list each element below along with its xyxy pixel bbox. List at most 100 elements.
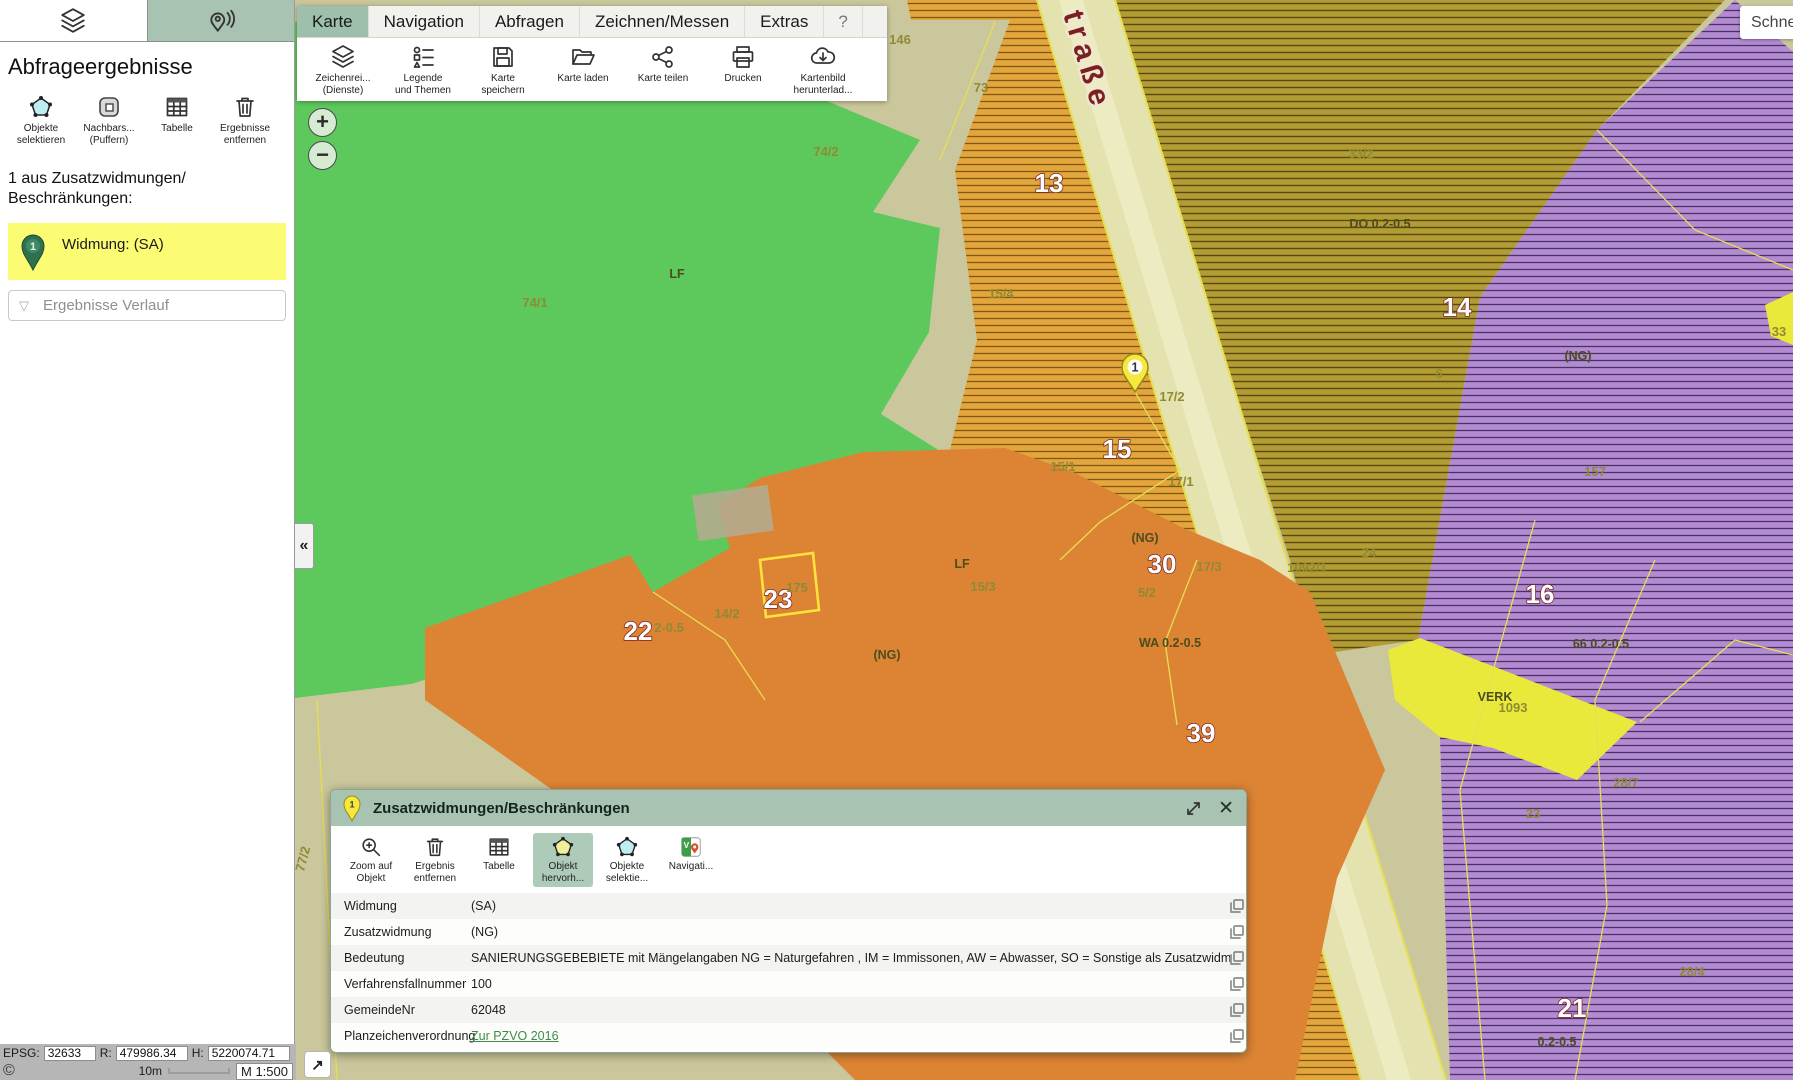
map-label: 21 (1558, 993, 1587, 1023)
highlight-object-button[interactable]: Objekthervorh... (533, 833, 593, 887)
buffer-neighbors-button[interactable]: Nachbars...(Puffern) (78, 94, 140, 147)
attribute-value: 62048 (471, 1003, 1230, 1017)
map-pins-icon (207, 7, 235, 35)
attribute-key: GemeindeNr (331, 1003, 471, 1017)
table-row: GemeindeNr 62048 (331, 997, 1246, 1023)
map-label: 175 (786, 580, 808, 595)
tool-label: Nachbars...(Puffern) (83, 123, 134, 147)
popup-expand-button[interactable] (1185, 800, 1202, 817)
results-history-toggle[interactable]: ▽ Ergebnisse Verlauf (8, 290, 286, 321)
map-label: 28/7 (1613, 775, 1638, 790)
map-label: WA 0.2-0.5 (1139, 636, 1201, 650)
tab-layers[interactable] (0, 0, 147, 41)
svg-text:1: 1 (1132, 361, 1139, 375)
menu-item-extras[interactable]: Extras (745, 6, 824, 37)
tool-label: Objekteselektie... (606, 861, 648, 885)
result-pin-icon: 1 (18, 232, 48, 272)
sidebar-collapse-handle[interactable]: « (295, 523, 314, 569)
map-label: 157 (1584, 464, 1606, 479)
result-item-label: Widmung: (SA) (62, 236, 164, 253)
map-label: 1092/1 (1287, 560, 1327, 575)
map-label: 17/1 (1168, 474, 1193, 489)
popup-close-button[interactable]: ✕ (1218, 797, 1234, 820)
attribute-value: SANIERUNGSGEBEBIETE mit Mängelangaben NG… (471, 951, 1230, 965)
layers-icon (59, 7, 87, 35)
r-coordinate-input[interactable] (116, 1046, 188, 1061)
save-map-button[interactable]: Kartespeichern (465, 44, 541, 97)
map-label: 74/1 (522, 295, 547, 310)
table-row: Zusatzwidmung (NG) (331, 919, 1246, 945)
map-label: 14/2 (714, 606, 739, 621)
attribute-value: (NG) (471, 925, 1230, 939)
table-button[interactable]: Tabelle (146, 94, 208, 147)
pzvo-link[interactable]: Zur PZVO 2016 (471, 1029, 1230, 1043)
map-label: 16 (1526, 579, 1555, 609)
legend-themes-button[interactable]: Legendeund Themen (385, 44, 461, 97)
map-label: 2-0.5 (654, 620, 684, 635)
zoom-out-button[interactable]: − (308, 141, 337, 170)
tool-label: Drucken (724, 73, 761, 85)
share-map-button[interactable]: Karte teilen (625, 44, 701, 97)
zoom-in-button[interactable]: + (308, 108, 337, 137)
tool-label: Ergebnisseentfernen (220, 123, 270, 147)
popup-header[interactable]: 1 Zusatzwidmungen/Beschränkungen ✕ (331, 790, 1246, 826)
load-map-button[interactable]: Karte laden (545, 44, 621, 97)
tool-label: Karte teilen (638, 73, 689, 85)
download-map-image-button[interactable]: Kartenbildherunterlad... (785, 44, 861, 97)
tab-results[interactable] (147, 0, 295, 41)
copy-icon[interactable] (1230, 1029, 1244, 1043)
remove-results-button[interactable]: Ergebnisseentfernen (214, 94, 276, 147)
menu-item-abfragen[interactable]: Abfragen (480, 6, 580, 37)
map-label: 73 (974, 80, 988, 95)
map-label: LF (954, 557, 970, 571)
trash-icon (232, 94, 258, 120)
epsg-input[interactable] (44, 1046, 96, 1061)
copy-icon[interactable] (1230, 951, 1244, 965)
table-row: Widmung (SA) (331, 893, 1246, 919)
copy-icon[interactable] (1230, 925, 1244, 939)
map-label: 17/3 (1196, 559, 1221, 574)
menu-item-help[interactable]: ? (824, 6, 862, 37)
result-list-item[interactable]: 1 Widmung: (SA) (8, 223, 286, 280)
select-objects-button[interactable]: Objekteselektie... (597, 833, 657, 887)
h-coordinate-input[interactable] (208, 1046, 290, 1061)
tool-label: Kartenbildherunterlad... (794, 73, 853, 97)
attribute-key: Verfahrensfallnummer (331, 977, 471, 991)
map-label: 14 (1443, 292, 1472, 322)
menu-item-zeichnen-messen[interactable]: Zeichnen/Messen (580, 6, 745, 37)
map-label: LF (669, 267, 685, 281)
popup-detach-button[interactable]: ↗ (304, 1051, 331, 1078)
map-label: VERK (1478, 690, 1513, 704)
map-label: 15/3 (970, 579, 995, 594)
printer-icon (730, 44, 756, 70)
trash-icon (423, 835, 447, 859)
menu-item-karte[interactable]: Karte (297, 6, 369, 37)
tool-label: Zeichenrei...(Dienste) (315, 73, 370, 97)
copyright-icon[interactable]: © (3, 1062, 15, 1080)
select-polygon-icon (28, 94, 54, 120)
sidebar-toolbar: Objekteselektieren Nachbars...(Puffern) … (0, 84, 294, 153)
table-row: Bedeutung SANIERUNGSGEBEBIETE mit Mängel… (331, 945, 1246, 971)
menu-item-navigation[interactable]: Navigation (369, 6, 480, 37)
select-objects-button[interactable]: Objekteselektieren (10, 94, 72, 147)
map-label: 15/4 (988, 286, 1014, 301)
attribute-popup: 1 Zusatzwidmungen/Beschränkungen ✕ Zoom … (330, 789, 1247, 1053)
table-button[interactable]: Tabelle (469, 833, 529, 887)
tool-label: Tabelle (161, 123, 193, 135)
search-input[interactable]: Schne (1740, 6, 1793, 39)
map-scale-input[interactable]: M 1:500 (236, 1063, 293, 1080)
remove-result-button[interactable]: Ergebnisentfernen (405, 833, 465, 887)
zoom-to-object-button[interactable]: Zoom aufObjekt (341, 833, 401, 887)
map-label: 66 0.2-0.5 (1573, 637, 1629, 651)
h-label: H: (192, 1046, 204, 1060)
attribute-value: 100 (471, 977, 1230, 991)
layers-services-button[interactable]: Zeichenrei...(Dienste) (305, 44, 381, 97)
page-title: Abfrageergebnisse (0, 42, 294, 84)
navigation-app-button[interactable]: V Navigati... (661, 833, 721, 887)
select-polygon-icon (615, 835, 639, 859)
copy-icon[interactable] (1230, 1003, 1244, 1017)
copy-icon[interactable] (1230, 977, 1244, 991)
save-icon (490, 44, 516, 70)
copy-icon[interactable] (1230, 899, 1244, 913)
print-button[interactable]: Drucken (705, 44, 781, 97)
